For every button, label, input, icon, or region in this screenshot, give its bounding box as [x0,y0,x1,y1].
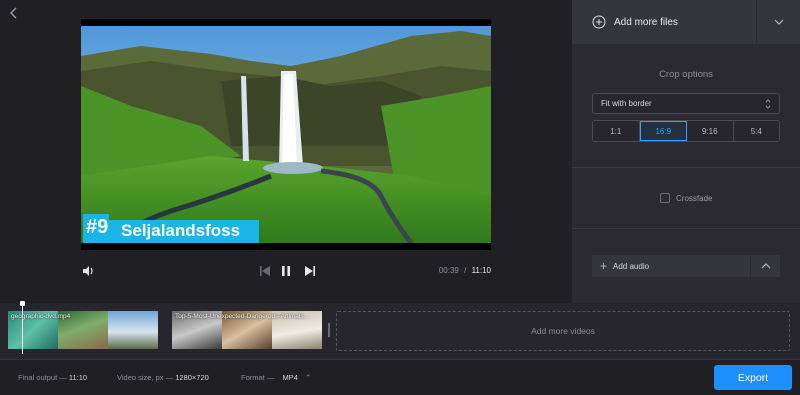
add-more-files-button[interactable]: Add more files [572,0,756,44]
crossfade-toggle[interactable]: Crossfade [660,193,712,203]
crop-options-title: Crop options [659,69,713,80]
format-info: Format — MP4 ⌃ [241,373,311,382]
total-time: 11:10 [471,266,491,275]
export-button[interactable]: Export [714,365,792,390]
video-frame: #9 Seljalandsfoss [81,26,491,243]
timeline-clip[interactable]: geographic-dvd.mp4 [8,311,158,349]
overlay-number: #9 [86,216,109,238]
plus-icon: + [600,259,608,273]
video-size-label: Video size, px — [117,373,174,382]
timeline-clip[interactable]: Top-5-Most-Unexpected-Dangerous-Animals.… [172,311,322,349]
chevron-down-icon [774,19,783,25]
audio-collapse-toggle[interactable] [751,255,780,277]
files-dropdown-toggle[interactable] [756,0,800,44]
back-arrow-icon[interactable] [6,5,22,21]
ratio-5-4[interactable]: 5:4 [733,121,779,141]
add-more-files-label: Add more files [614,16,678,28]
video-size-value: 1280×720 [175,373,209,382]
ratio-9-16[interactable]: 9:16 [687,121,734,141]
format-label: Format — [241,373,275,382]
settings-panel: Add more files Crop options Fit with bor… [572,0,800,303]
format-select[interactable]: MP4 [282,373,297,382]
add-audio-button[interactable]: + Add audio [592,255,750,277]
final-output-info: Final output — 11:10 [18,373,87,382]
player-controls: 00:39 / 11:10 [81,262,491,280]
video-player[interactable]: #9 Seljalandsfoss [81,19,491,250]
footer-bar: Final output — 11:10 Video size, px — 12… [0,359,800,395]
final-output-label: Final output — [18,373,67,382]
plus-circle-icon [592,15,606,29]
chevron-up-icon [761,263,770,269]
previous-icon[interactable] [258,264,272,278]
crossfade-label: Crossfade [676,193,713,203]
select-arrows-icon: ⌃ [304,373,312,382]
current-time: 00:39 [438,266,459,275]
final-output-value: 11:10 [68,373,88,382]
divider [572,228,800,229]
add-more-videos-dropzone[interactable]: Add more videos [336,311,790,351]
clip-thumbnail [108,311,158,349]
select-arrows-icon [765,98,771,112]
add-audio-label: Add audio [613,261,650,271]
playhead[interactable] [22,302,23,354]
ratio-16-9[interactable]: 16:9 [639,121,687,141]
time-display: 00:39 / 11:10 [439,266,491,275]
timeline: geographic-dvd.mp4 Top-5-Most-Unexpected… [0,301,800,359]
clip-name: Top-5-Most-Unexpected-Dangerous-Animals.… [175,313,310,320]
overlay-title: Seljalandsfoss [121,221,241,240]
clip-name: geographic-dvd.mp4 [11,313,71,320]
ratio-1-1[interactable]: 1:1 [593,121,640,141]
preview-area: #9 Seljalandsfoss 00:39 / 11:10 [0,0,572,303]
pause-icon[interactable] [279,264,293,278]
divider [572,167,800,168]
drag-handle[interactable] [328,323,330,337]
crop-mode-value: Fit with border [601,99,652,108]
time-separator: / [464,266,467,275]
next-icon[interactable] [303,264,317,278]
aspect-ratio-group: 1:1 16:9 9:16 5:4 [592,120,780,142]
volume-icon[interactable] [81,264,95,278]
video-size-info: Video size, px — 1280×720 [117,373,209,382]
crop-mode-select[interactable]: Fit with border [592,93,780,114]
crossfade-checkbox[interactable] [660,193,670,203]
